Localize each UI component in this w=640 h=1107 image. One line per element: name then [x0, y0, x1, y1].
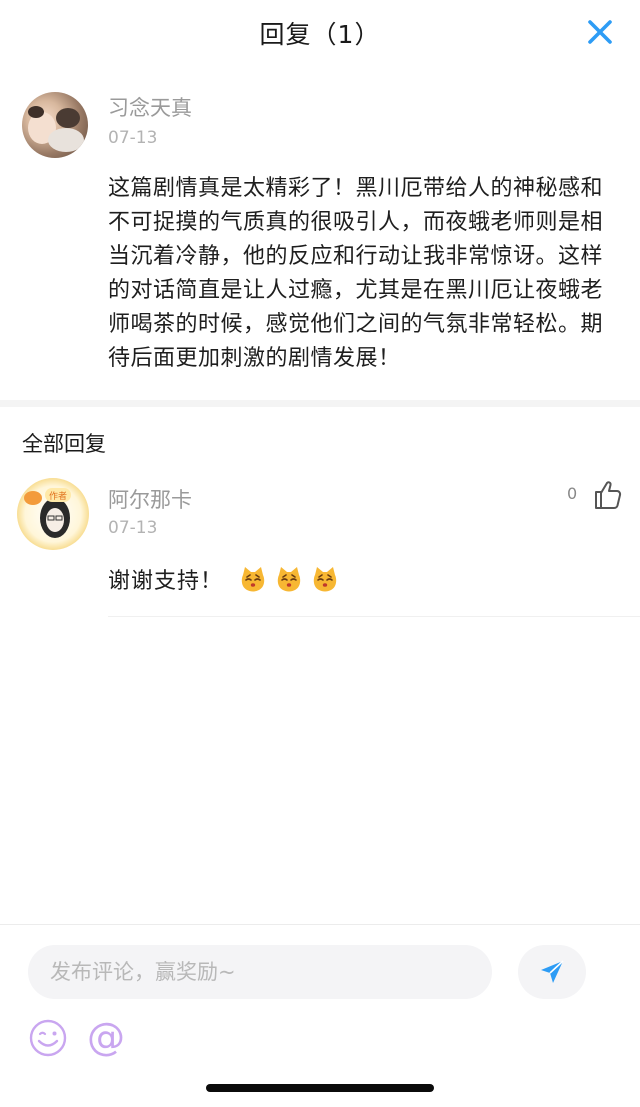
reply-content: 谢谢支持！ — [108, 563, 339, 595]
thumbs-up-icon — [595, 481, 622, 509]
cat-kiss-emoji-icon — [241, 567, 265, 592]
at-icon: @ — [87, 1015, 125, 1059]
comment-input[interactable] — [28, 945, 492, 999]
reply-date: 07-13 — [108, 518, 158, 538]
home-indicator — [206, 1084, 434, 1092]
page-title: 回复（1） — [259, 20, 381, 49]
avatar-image: 作者 — [24, 488, 71, 538]
close-button[interactable] — [582, 14, 618, 50]
all-replies-heading: 全部回复 — [22, 432, 106, 456]
comment-bar: @ — [0, 924, 640, 1107]
section-divider — [0, 400, 640, 407]
header: 回复（1） — [0, 0, 640, 66]
like-button[interactable] — [590, 478, 624, 512]
comment-text: 这篇剧情真是太精彩了！黑川厄带给人的神秘感和不可捉摸的气质真的很吸引人，而夜蛾老… — [108, 176, 604, 371]
close-icon — [588, 20, 612, 44]
send-button[interactable] — [518, 945, 586, 999]
reply-username[interactable]: 阿尔那卡 — [108, 484, 192, 514]
comment-username[interactable]: 习念天真 — [108, 92, 192, 122]
cat-kiss-emoji-icon — [277, 567, 301, 592]
like-count: 0 — [567, 484, 578, 503]
send-icon — [541, 960, 564, 983]
emoji-button[interactable] — [28, 1018, 68, 1058]
smile-icon — [29, 1019, 67, 1057]
comment-date: 07-13 — [108, 128, 158, 148]
mention-button[interactable]: @ — [84, 1015, 128, 1059]
avatar[interactable] — [22, 92, 88, 158]
reply-text: 谢谢支持！ — [108, 569, 224, 594]
avatar-image — [28, 106, 84, 152]
author-badge: 作者 — [49, 490, 67, 502]
reply-divider — [108, 616, 640, 617]
cat-kiss-emoji-icon — [313, 567, 337, 592]
reply-avatar[interactable]: 作者 — [17, 478, 89, 550]
